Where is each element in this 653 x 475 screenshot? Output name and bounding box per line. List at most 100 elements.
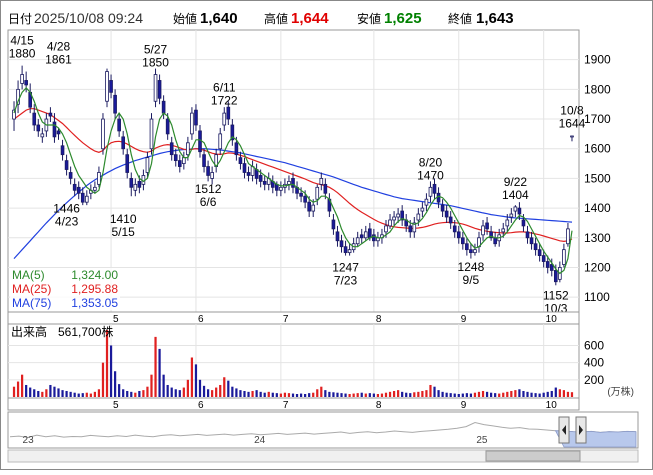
volume-bar	[498, 393, 501, 397]
volume-bar	[558, 389, 561, 397]
candle-body	[440, 204, 445, 212]
volume-bar	[316, 389, 319, 397]
candle-body	[64, 160, 69, 170]
candle-body	[117, 118, 121, 132]
scrollbar-thumb[interactable]	[485, 450, 581, 462]
volume-month-strip	[7, 397, 580, 411]
candle-body	[291, 178, 295, 188]
candle-body	[307, 201, 311, 212]
candle-body	[485, 222, 489, 230]
high-value: 1,644	[291, 10, 329, 27]
volume-bar	[283, 392, 287, 397]
volume-bar	[227, 380, 230, 397]
annotation-line-1: 4/15	[10, 34, 34, 48]
annotation-line-2: 5/15	[112, 225, 136, 239]
volume-bar	[429, 384, 432, 397]
volume-bar	[514, 390, 517, 397]
volume-bar	[304, 393, 307, 397]
candle-body	[315, 186, 320, 200]
candle-body	[226, 106, 231, 120]
candle-body	[149, 118, 154, 150]
volume-bar	[554, 387, 557, 397]
volume-bar	[295, 393, 299, 397]
ma5-label: MA(5)	[12, 268, 45, 282]
volume-bar	[445, 392, 448, 397]
volume-bar	[291, 393, 295, 397]
candle-body	[161, 100, 166, 114]
candle-body	[113, 94, 117, 114]
ma75-value: 1,353.05	[71, 296, 118, 310]
volume-bar	[453, 393, 456, 397]
volume-bar	[251, 390, 254, 397]
volume-bar	[534, 393, 537, 397]
volume-bar	[437, 390, 440, 397]
price-axis: 1100 1200 1300 1400 1500 1600 1700 1800 1900	[584, 53, 611, 304]
volume-bar	[372, 393, 375, 397]
candle-body	[299, 192, 303, 197]
candle-body	[80, 192, 85, 203]
volume-bar	[65, 390, 68, 397]
annotation-line-2: 6/6	[200, 195, 217, 209]
volume-bar	[308, 393, 311, 397]
volume-bar	[287, 393, 291, 397]
low-value: 1,625	[384, 10, 422, 27]
volume-bar	[12, 386, 16, 397]
volume-bar	[41, 391, 44, 397]
price-tick-label: 1500	[584, 171, 611, 185]
annotation-line-2: 1850	[142, 56, 169, 70]
month-tick-label: 10	[546, 314, 558, 325]
volume-bar	[29, 387, 32, 397]
volume-bar	[231, 386, 234, 397]
ma-legend: MA(5) 1,324.00 MA(25) 1,295.88 MA(75) 1,…	[10, 268, 120, 310]
volume-bar	[89, 393, 92, 397]
volume-bar	[186, 379, 189, 397]
candle-body	[303, 195, 307, 203]
candle-body	[222, 112, 227, 126]
volume-bar	[37, 390, 40, 397]
volume-bar	[570, 392, 574, 397]
candle-body	[545, 261, 550, 268]
candle-body	[493, 237, 497, 245]
month-tick-label: 9	[461, 314, 467, 325]
volume-bar	[219, 384, 222, 397]
volume-unit: (万株)	[607, 385, 634, 398]
close-value: 1,643	[476, 10, 514, 27]
candle-body	[32, 112, 37, 126]
volume-bar	[360, 392, 363, 397]
annotation-line-1: 1446	[53, 201, 80, 215]
volume-bar	[485, 391, 489, 397]
annotation-line-2: 1470	[417, 168, 444, 182]
volume-bar	[299, 393, 303, 397]
candle-body	[424, 198, 429, 206]
candle-body	[323, 183, 328, 194]
candle-body	[513, 206, 518, 212]
volume-bar	[53, 386, 56, 397]
volume-bar	[388, 391, 392, 397]
candle-body	[24, 80, 28, 86]
candle-body	[331, 219, 336, 230]
annotation-line-2: 1880	[9, 47, 36, 61]
volume-bar	[506, 391, 509, 397]
month-tick-label: 9	[461, 400, 467, 411]
candle-body	[541, 255, 546, 262]
month-tick-label: 8	[376, 314, 382, 325]
volume-bar	[312, 392, 315, 397]
candle-body	[509, 213, 514, 218]
annotation-line-2: 1861	[45, 52, 72, 66]
candle-body	[52, 121, 57, 138]
month-tick-label: 5	[113, 314, 119, 325]
volume-bar	[45, 389, 48, 397]
volume-bar	[526, 391, 529, 397]
candle-body	[359, 234, 364, 239]
candle-body	[517, 207, 522, 215]
volume-bar	[206, 389, 210, 397]
volume-bar	[348, 393, 351, 397]
candle-body	[384, 225, 388, 233]
volume-bar	[134, 392, 137, 397]
volume-bar	[518, 389, 521, 397]
candle-body	[165, 118, 170, 135]
volume-bar	[16, 381, 20, 397]
candle-body	[125, 154, 130, 173]
candle-body	[234, 142, 239, 156]
volume-bar	[85, 392, 88, 397]
